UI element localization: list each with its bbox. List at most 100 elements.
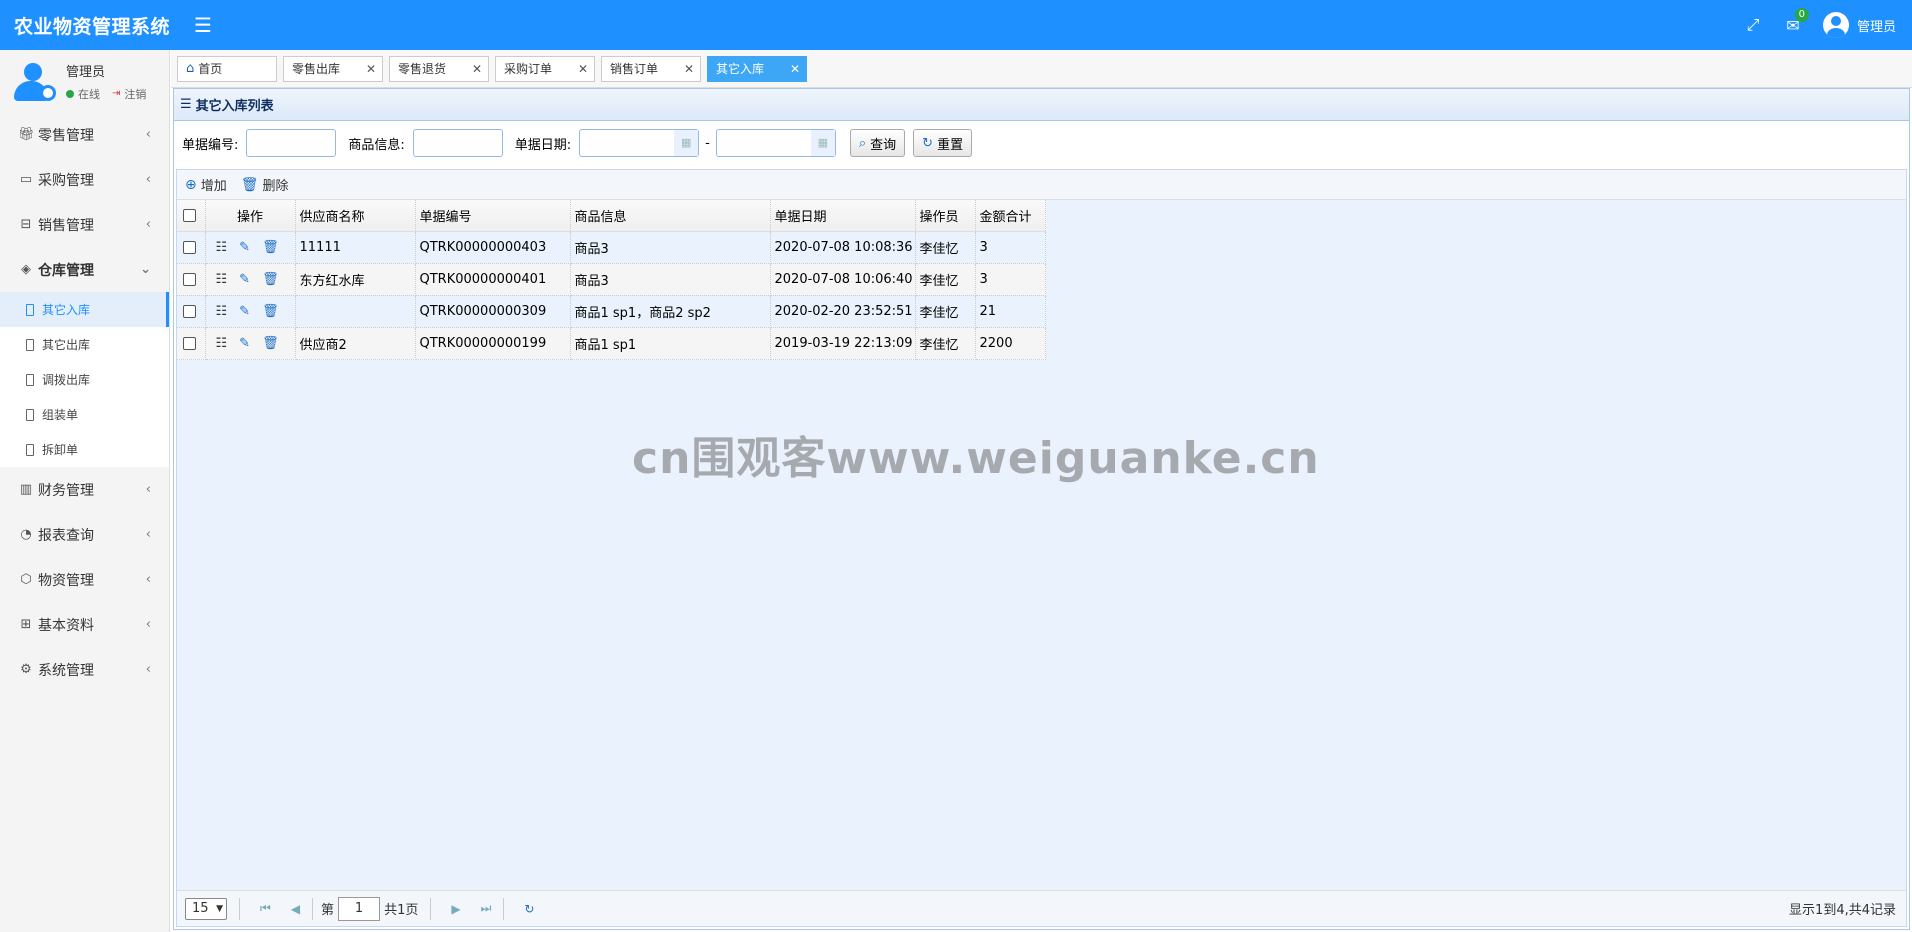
sidebar-item-disassembly[interactable]: 拆卸单 [0, 432, 169, 467]
cell-supplier: 供应商2 [295, 327, 416, 360]
logout-link[interactable]: 注销 [124, 86, 146, 102]
sidebar-item-system[interactable]: ⚙ 系统管理 ‹ [0, 647, 169, 692]
sidebar-item-materials[interactable]: ⬡ 物资管理 ‹ [0, 557, 169, 602]
page-size-select[interactable]: 15 ▼ [185, 897, 227, 920]
close-icon[interactable]: ✕ [684, 62, 694, 76]
sidebar-item-sales[interactable]: ⊟ 销售管理 ‹ [0, 202, 169, 247]
hamburger-icon[interactable]: ☰ [194, 13, 212, 37]
sidebar-item-other-inbound[interactable]: 其它入库 [0, 292, 169, 327]
divider [503, 897, 505, 920]
table-row[interactable]: ☷ ✎ 🗑︎ QTRK00000000309 商品1 sp1，商品2 sp2 202… [177, 295, 1046, 328]
close-icon[interactable]: ✕ [366, 62, 376, 76]
col-date[interactable]: 单据日期 [770, 200, 916, 232]
table-row[interactable]: ☷ ✎ 🗑︎ 11111 QTRK00000000403 商品3 2020-07-0… [177, 231, 1046, 264]
sidebar-item-retail[interactable]: 🎁︎ 零售管理 ‹ [0, 112, 169, 157]
grid-icon: ⊞ [20, 617, 32, 632]
row-checkbox[interactable] [183, 336, 196, 350]
tab-retail-return[interactable]: 零售退货 ✕ [389, 55, 489, 82]
sidebar-item-other-outbound[interactable]: 其它出库 [0, 327, 169, 362]
cell-doc-no: QTRK00000000403 [415, 231, 571, 264]
divider [312, 897, 314, 920]
first-page-icon[interactable]: ⏮ [260, 901, 271, 916]
add-button[interactable]: ⊕ 增加 [185, 175, 227, 195]
doc-no-input[interactable] [246, 129, 337, 157]
tab-retail-out[interactable]: 零售出库 ✕ [283, 55, 383, 82]
sidebar-item-purchase[interactable]: ▭ 采购管理 ‹ [0, 157, 169, 202]
chevron-left-icon: ‹ [145, 482, 151, 497]
calendar-icon[interactable]: ▦ [810, 130, 835, 156]
col-supplier[interactable]: 供应商名称 [295, 200, 416, 232]
row-checkbox[interactable] [183, 304, 196, 318]
logout-icon[interactable]: ⇥ [112, 88, 120, 99]
sidebar-nav: 🎁︎ 零售管理 ‹ ▭ 采购管理 ‹ ⊟ 销售管理 ‹ ◈ 仓库管理 ⌄ 其它入库 其它出库 调… [0, 112, 169, 692]
sidebar-item-assembly[interactable]: 组装单 [0, 397, 169, 432]
edit-icon[interactable]: ✎ [239, 272, 250, 287]
sidebar-item-reports[interactable]: ◔ 报表查询 ‹ [0, 512, 169, 557]
sidebar-item-finance[interactable]: ▥ 财务管理 ‹ [0, 467, 169, 512]
goods-input[interactable] [412, 129, 503, 157]
tab-sales-order[interactable]: 销售订单 ✕ [601, 55, 701, 82]
user-panel: 管理员 在线 ⇥ 注销 [0, 50, 169, 112]
trash-icon[interactable]: 🗑︎ [262, 336, 279, 351]
tab-purchase-order[interactable]: 采购订单 ✕ [495, 55, 595, 82]
file-icon [26, 373, 34, 386]
col-goods[interactable]: 商品信息 [570, 200, 771, 232]
last-page-icon[interactable]: ⏭ [481, 901, 492, 916]
close-icon[interactable]: ✕ [472, 62, 482, 76]
prev-page-icon[interactable]: ◀ [291, 902, 300, 916]
next-page-icon[interactable]: ▶ [451, 902, 460, 916]
date-start-input[interactable]: ▦ [579, 129, 700, 157]
cell-goods: 商品3 [570, 263, 771, 296]
refresh-icon[interactable]: ↻ [524, 902, 534, 916]
row-checkbox[interactable] [183, 272, 196, 286]
doc-no-label: 单据编号: [182, 137, 239, 153]
col-doc-no[interactable]: 单据编号 [415, 200, 571, 232]
cell-operator: 李佳忆 [915, 295, 976, 328]
top-header: 农业物资管理系统 ☰ ⤢ ✉ 0 管理员 [0, 0, 1912, 50]
detail-list-icon[interactable]: ☷ [216, 336, 228, 351]
page-number-input[interactable]: 1 [338, 896, 381, 921]
trash-icon[interactable]: 🗑︎ [262, 240, 279, 255]
fullscreen-icon[interactable]: ⤢ [1733, 15, 1773, 35]
select-all-checkbox[interactable] [183, 208, 196, 222]
close-icon[interactable]: ✕ [578, 62, 588, 76]
gear-icon: ⚙ [20, 662, 32, 677]
calendar-icon[interactable]: ▦ [674, 130, 699, 156]
table-row[interactable]: ☷ ✎ 🗑︎ 东方红水库 QTRK00000000401 商品3 2020-07-0… [177, 263, 1046, 296]
detail-list-icon[interactable]: ☷ [216, 304, 228, 319]
col-amount[interactable]: 金额合计 [975, 200, 1046, 232]
edit-icon[interactable]: ✎ [239, 240, 250, 255]
edit-icon[interactable]: ✎ [239, 304, 250, 319]
trash-icon[interactable]: 🗑︎ [262, 304, 279, 319]
close-icon[interactable]: ✕ [790, 62, 800, 76]
box-icon: ⊟ [20, 217, 32, 232]
edit-icon[interactable]: ✎ [239, 336, 250, 351]
sidebar-item-warehouse[interactable]: ◈ 仓库管理 ⌄ [0, 247, 169, 292]
chevron-left-icon: ‹ [145, 217, 151, 232]
col-actions: 操作 [205, 200, 296, 232]
cell-doc-no: QTRK00000000309 [415, 295, 571, 328]
page-total: 共1页 [384, 903, 419, 918]
warehouse-submenu: 其它入库 其它出库 调拨出库 组装单 拆卸单 [0, 292, 169, 467]
query-button[interactable]: ⌕ 查询 [849, 129, 906, 157]
delete-button[interactable]: 🗑︎ 删除 [241, 175, 289, 195]
table-row[interactable]: ☷ ✎ 🗑︎ 供应商2 QTRK00000000199 商品1 sp1 2019-0… [177, 327, 1046, 360]
layers-icon: ◈ [21, 262, 31, 277]
sidebar-item-basic-data[interactable]: ⊞ 基本资料 ‹ [0, 602, 169, 647]
col-operator[interactable]: 操作员 [915, 200, 976, 232]
reset-button[interactable]: ↻ 重置 [913, 129, 973, 157]
row-checkbox[interactable] [183, 240, 196, 254]
online-status-icon [66, 89, 74, 98]
tab-home[interactable]: ⌂ 首页 [177, 55, 277, 82]
tab-other-inbound[interactable]: 其它入库 ✕ [707, 55, 807, 82]
date-end-input[interactable]: ▦ [715, 129, 836, 157]
cell-doc-no: QTRK00000000199 [415, 327, 571, 360]
trash-icon[interactable]: 🗑︎ [262, 272, 279, 287]
mail-icon[interactable]: ✉ 0 [1773, 7, 1813, 35]
detail-list-icon[interactable]: ☷ [216, 240, 228, 255]
sidebar-item-transfer-out[interactable]: 调拨出库 [0, 362, 169, 397]
detail-list-icon[interactable]: ☷ [216, 272, 228, 287]
user-menu[interactable]: 管理员 [1813, 12, 1912, 38]
grid-toolbar: ⊕ 增加 🗑︎ 删除 [177, 170, 1906, 200]
chevron-left-icon: ‹ [145, 572, 151, 587]
